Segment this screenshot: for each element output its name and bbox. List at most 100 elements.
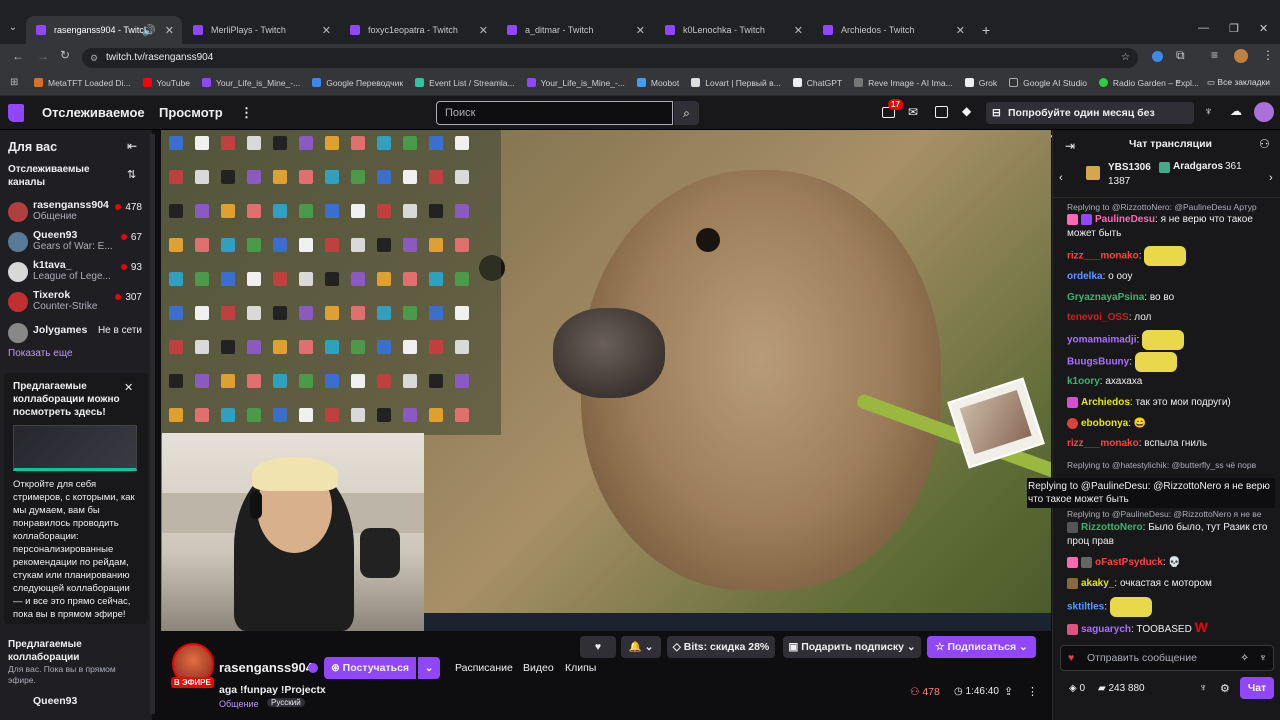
sidebar-channel[interactable]: Jolygames Не в сети	[8, 320, 148, 348]
chat-username[interactable]: GryaznayaPsina	[1067, 292, 1144, 303]
show-more-link[interactable]: Показать еще	[8, 348, 73, 359]
chat-username[interactable]: ebobonya	[1081, 418, 1128, 429]
bookmark-star-icon[interactable]: ☆	[1121, 48, 1130, 68]
heart-icon[interactable]: ♥	[1068, 646, 1074, 670]
browser-tab[interactable]: Archiedos - Twitch ✕	[813, 16, 973, 44]
sidebar-scrollbar[interactable]	[150, 134, 155, 714]
prime-emote-icon[interactable]: ♆	[1259, 646, 1267, 670]
leaderboard-next-icon[interactable]: ›	[1269, 172, 1273, 184]
prime-icon[interactable]: ♆	[1204, 104, 1213, 118]
subscribe-button[interactable]: ☆ Подписаться ⌄	[927, 636, 1036, 658]
site-info-icon[interactable]: ⚙	[90, 48, 98, 68]
audio-icon[interactable]: 🔊	[142, 24, 156, 37]
prime-crown-icon[interactable]: ♆	[1199, 682, 1207, 694]
bookmark-item[interactable]: Moobot	[636, 78, 679, 88]
browser-tab[interactable]: MerliPlays - Twitch ✕	[183, 16, 339, 44]
chat-username[interactable]: RizzottoNero	[1081, 522, 1143, 533]
bookmark-item[interactable]: YouTube	[142, 78, 190, 88]
nav-following[interactable]: Отслеживаемое	[42, 105, 145, 120]
leaderboard-prev-icon[interactable]: ‹	[1059, 172, 1063, 184]
close-tab-icon[interactable]: ✕	[636, 24, 645, 37]
bits-balance[interactable]: ◈ 0	[1069, 683, 1085, 694]
sidebar-channel[interactable]: k1tava_ League of Lege... 93	[8, 259, 148, 287]
chat-username[interactable]: oFastPsyduck	[1095, 557, 1163, 568]
chat-username[interactable]: k1oory	[1067, 376, 1100, 387]
bookmark-item[interactable]: Reve Image - AI Ima...	[854, 78, 953, 88]
messages-icon[interactable]	[935, 106, 948, 118]
nav-more-icon[interactable]: ⋮	[240, 105, 253, 121]
follow-heart-button[interactable]: ♥	[580, 636, 616, 658]
knock-button[interactable]: ⊛ Постучаться	[324, 657, 416, 679]
chat-username[interactable]: sktiltles	[1067, 602, 1104, 613]
chat-users-icon[interactable]: ⚇	[1259, 137, 1270, 151]
bookmark-item[interactable]: Lovart | Первый в...	[691, 78, 781, 88]
tab-schedule[interactable]: Расписание	[455, 662, 513, 674]
suggested-channel-name[interactable]: Queen93	[33, 695, 77, 707]
profile-avatar[interactable]	[1234, 49, 1248, 63]
ad-free-promo-button[interactable]: ⊟Попробуйте один месяц без рекламы	[986, 102, 1194, 141]
apps-grid-icon[interactable]: ⊞	[10, 77, 18, 88]
browser-tab-active[interactable]: rasenganss904 - Twitch 🔊 ✕	[26, 16, 182, 44]
media-control-icon[interactable]: ≡	[1211, 48, 1218, 62]
bookmark-item[interactable]: Your_Life_is_Mine_-...	[526, 78, 625, 88]
chat-username[interactable]: akaky_	[1081, 578, 1114, 589]
twitch-logo-icon[interactable]	[8, 104, 24, 122]
chat-username[interactable]: Archiedos	[1081, 397, 1130, 408]
chat-username[interactable]: PaulineDesu	[1095, 214, 1155, 225]
close-window-button[interactable]: ✕	[1259, 22, 1268, 35]
close-tab-icon[interactable]: ✕	[322, 24, 331, 37]
bookmark-item[interactable]: Google AI Studio	[1009, 78, 1087, 88]
stream-category[interactable]: Общение	[219, 699, 258, 709]
tab-clips[interactable]: Клипы	[565, 662, 596, 674]
send-chat-button[interactable]: Чат	[1240, 677, 1274, 699]
bookmark-item[interactable]: Google Переводчик	[312, 78, 403, 88]
emote-picker-icon[interactable]: ✧	[1240, 646, 1249, 670]
browser-tab[interactable]: foxyc1eopatra - Twitch ✕	[340, 16, 496, 44]
forward-icon[interactable]: →	[37, 49, 49, 63]
chat-username[interactable]: saguarych	[1081, 624, 1131, 635]
notifications-bell-button[interactable]: 🔔 ⌄	[621, 636, 661, 658]
bits-discount-button[interactable]: ◇ Bits: скидка 28%	[667, 636, 775, 658]
sidebar-channel[interactable]: Tixerok Counter-Strike 307	[8, 289, 148, 317]
close-card-icon[interactable]: ✕	[124, 381, 133, 394]
chat-username[interactable]: yomamaimadji	[1067, 335, 1136, 346]
reload-icon[interactable]: ↻	[60, 48, 70, 62]
video-player[interactable]	[161, 130, 1051, 631]
user-avatar[interactable]	[1254, 102, 1274, 122]
maximize-button[interactable]: ❐	[1229, 22, 1239, 35]
back-icon[interactable]: ←	[12, 49, 24, 63]
whispers-icon[interactable]: ✉	[908, 105, 918, 119]
bookmark-item[interactable]: Your_Life_is_Mine_-...	[201, 78, 300, 88]
close-tab-icon[interactable]: ✕	[479, 24, 488, 37]
chat-username[interactable]: BuugsBuuny	[1067, 357, 1129, 368]
chat-username[interactable]: rizz___monako	[1067, 251, 1139, 262]
sort-icon[interactable]: ⇅	[127, 168, 136, 181]
more-bookmarks-icon[interactable]: »	[1176, 76, 1181, 86]
extension-icon[interactable]	[1152, 51, 1163, 62]
collapse-chat-icon[interactable]: ⇥	[1065, 139, 1075, 153]
bookmark-item[interactable]: MetaTFT Loaded Di...	[34, 78, 131, 88]
more-options-icon[interactable]: ⋮	[1027, 685, 1038, 698]
gift-sub-button[interactable]: ▣ Подарить подписку ⌄	[783, 636, 921, 658]
close-tab-icon[interactable]: ✕	[794, 24, 803, 37]
new-tab-button[interactable]: +	[982, 22, 990, 38]
bookmark-item[interactable]: Grok	[964, 78, 997, 88]
collapse-sidebar-icon[interactable]: ⇤	[127, 139, 137, 153]
language-tag[interactable]: Русский	[267, 698, 305, 707]
chat-username[interactable]: tenevoi_OSS	[1067, 312, 1129, 323]
bookmark-item[interactable]: ChatGPT	[792, 78, 842, 88]
minimize-button[interactable]: —	[1198, 22, 1209, 34]
close-tab-icon[interactable]: ✕	[165, 24, 174, 37]
close-tab-icon[interactable]: ✕	[956, 24, 965, 37]
url-field[interactable]: ⚙ twitch.tv/rasenganss904 ☆	[82, 48, 1138, 68]
chat-username[interactable]: ordelka	[1067, 271, 1103, 282]
search-input[interactable]: Поиск	[436, 101, 673, 125]
chat-message-input[interactable]: ♥ Отправить сообщение ✧ ♆	[1060, 645, 1274, 671]
all-bookmarks-button[interactable]: ▭ Все закладки	[1207, 77, 1270, 88]
browser-tab[interactable]: a_ditmar - Twitch ✕	[497, 16, 653, 44]
chat-settings-icon[interactable]: ⚙	[1220, 682, 1230, 695]
crown-icon[interactable]: ☁	[1230, 104, 1242, 118]
chat-username[interactable]: rizz___monako	[1067, 438, 1139, 449]
bits-icon[interactable]: ◆	[962, 104, 971, 118]
extensions-puzzle-icon[interactable]: ⧉	[1176, 48, 1185, 63]
